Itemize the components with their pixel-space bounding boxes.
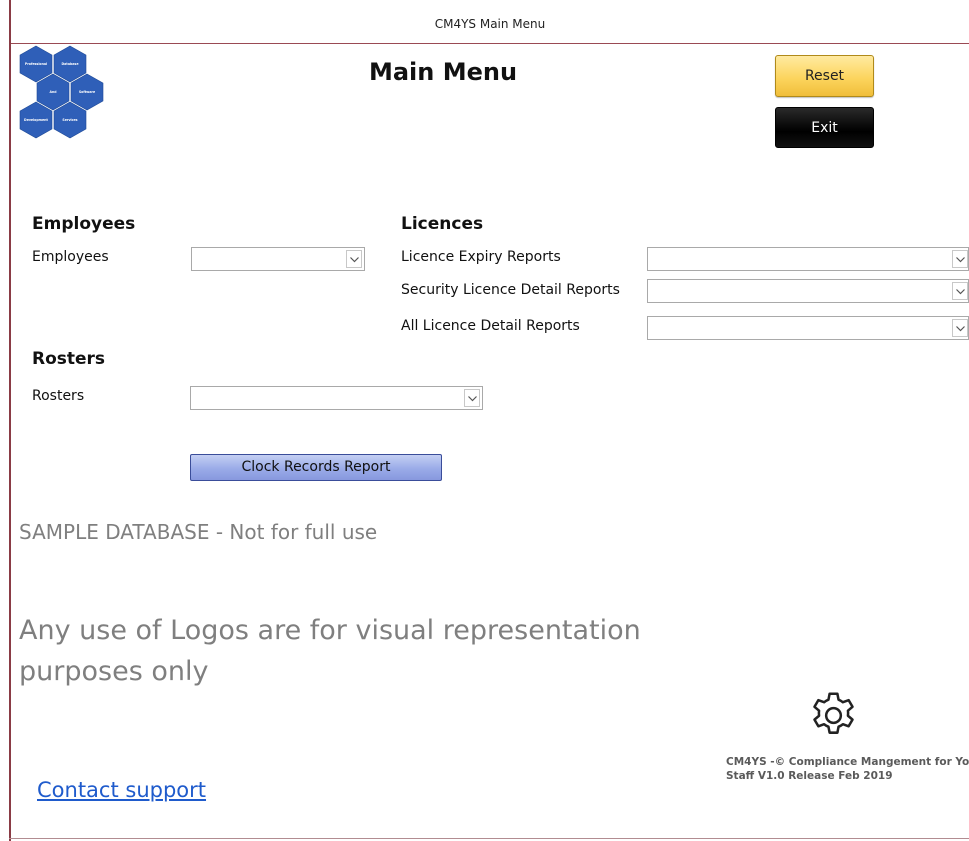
- logo-text-development: Development: [24, 118, 48, 122]
- logos-disclaimer: Any use of Logos are for visual represen…: [19, 610, 659, 692]
- security-licence-label: Security Licence Detail Reports: [401, 282, 620, 298]
- copyright-line2: Staff V1.0 Release Feb 2019: [726, 770, 893, 782]
- chevron-down-icon[interactable]: [952, 250, 968, 268]
- employees-label: Employees: [32, 249, 109, 265]
- all-licence-label: All Licence Detail Reports: [401, 318, 580, 334]
- all-licence-combo[interactable]: [647, 316, 969, 340]
- chevron-down-icon[interactable]: [346, 250, 362, 268]
- logo-text-software: Software: [79, 90, 95, 94]
- rosters-label: Rosters: [32, 388, 85, 404]
- licence-expiry-combo[interactable]: [647, 247, 969, 271]
- page-title: Main Menu: [368, 58, 518, 86]
- sample-database-notice: SAMPLE DATABASE - Not for full use: [19, 520, 378, 544]
- logo-text-and: And: [49, 90, 57, 94]
- logo-text-services: Services: [62, 118, 77, 122]
- copyright-line1: CM4YS -© Compliance Mangement for Your: [726, 756, 969, 768]
- logos-disclaimer-line1: Any use of Logos are for visual represen…: [19, 615, 641, 646]
- chevron-down-icon[interactable]: [464, 389, 480, 407]
- licences-heading: Licences: [401, 214, 484, 234]
- security-licence-combo[interactable]: [647, 279, 969, 303]
- chevron-down-icon[interactable]: [952, 319, 968, 337]
- chevron-down-icon[interactable]: [952, 282, 968, 300]
- contact-support-link[interactable]: Contact support: [37, 778, 206, 802]
- company-logo: Professional Database And Software Devel…: [19, 45, 104, 139]
- licence-expiry-label: Licence Expiry Reports: [401, 249, 561, 265]
- logos-disclaimer-line2: purposes only: [19, 656, 209, 687]
- gear-icon[interactable]: [806, 688, 861, 743]
- window-title: CM4YS Main Menu: [434, 17, 546, 31]
- logo-text-database: Database: [62, 62, 79, 66]
- reset-button[interactable]: Reset: [775, 55, 874, 97]
- employees-combo[interactable]: [191, 247, 365, 271]
- exit-button[interactable]: Exit: [775, 107, 874, 148]
- clock-records-report-button[interactable]: Clock Records Report: [190, 454, 442, 481]
- logo-text-professional: Professional: [25, 62, 47, 66]
- rosters-heading: Rosters: [32, 349, 106, 369]
- title-bar: CM4YS Main Menu: [11, 0, 969, 44]
- window-border: [9, 0, 11, 841]
- window-border-bottom: [9, 838, 969, 839]
- copyright-notice: CM4YS -© Compliance Mangement for Your S…: [726, 755, 969, 783]
- rosters-combo[interactable]: [190, 386, 483, 410]
- employees-heading: Employees: [32, 214, 136, 234]
